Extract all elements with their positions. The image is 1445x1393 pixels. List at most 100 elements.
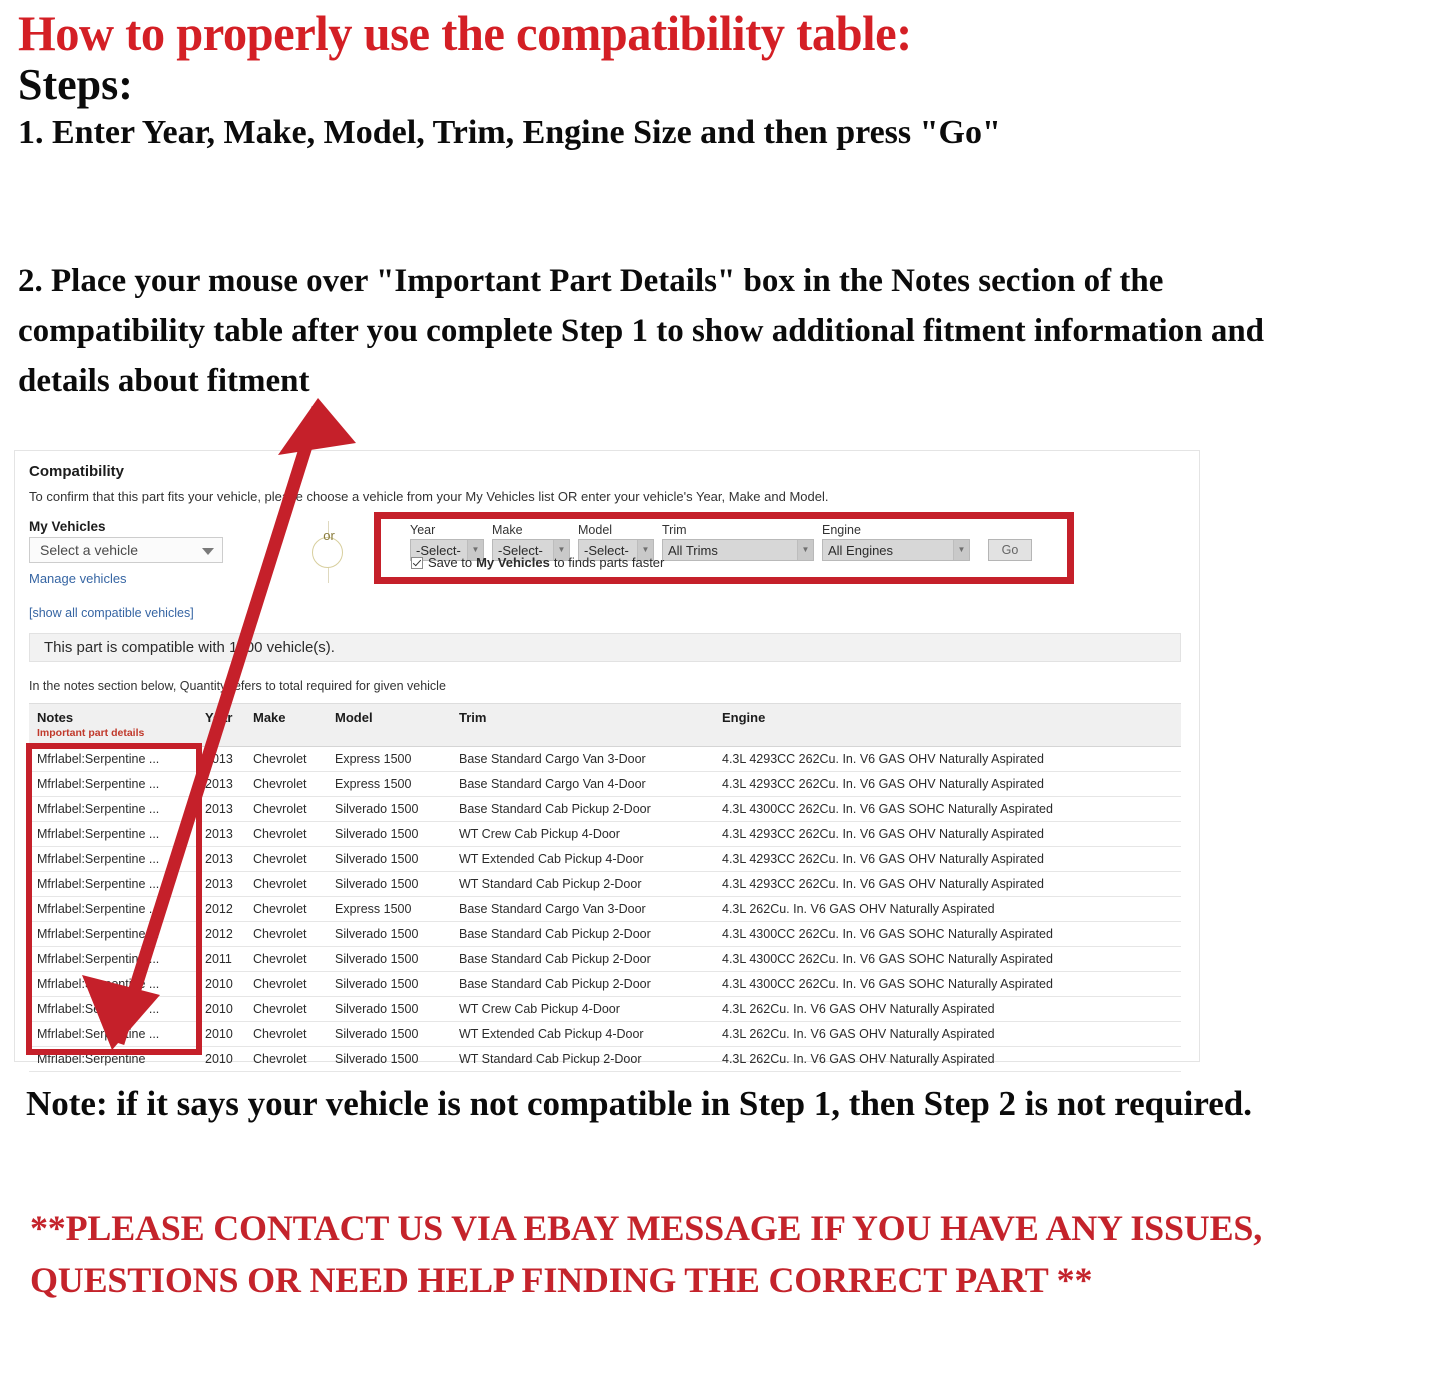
table-row: Mfrlabel:Serpentine ... 2013 Chevrolet Silv… (29, 871, 1181, 897)
year-label: Year (410, 523, 436, 537)
column-header-engine[interactable]: Engine (714, 703, 1181, 747)
table-row: Mfrlabel:Serpentine ... 2013 Chevrolet Expr… (29, 771, 1181, 797)
cell-engine: 4.3L 4293CC 262Cu. In. V6 GAS OHV Natura… (714, 821, 1181, 847)
cell-notes[interactable]: Mfrlabel:Serpentine (29, 1046, 197, 1072)
cell-trim: Base Standard Cab Pickup 2-Door (451, 971, 714, 997)
important-part-details-label: Important part details (37, 727, 145, 739)
cell-make: Chevrolet (245, 746, 327, 772)
cell-notes[interactable]: Mfrlabel:Serpentine ... (29, 771, 197, 797)
table-row: Mfrlabel:Serpentine ... 2011 Chevrolet Silv… (29, 946, 1181, 972)
my-vehicles-select[interactable]: Select a vehicle (29, 537, 223, 563)
cell-engine: 4.3L 4293CC 262Cu. In. V6 GAS OHV Natura… (714, 746, 1181, 772)
cell-notes[interactable]: Mfrlabel:Serpentine ... (29, 821, 197, 847)
cell-notes[interactable]: Mfrlabel:Serpentine ... (29, 746, 197, 772)
cell-make: Chevrolet (245, 971, 327, 997)
cell-trim: WT Crew Cab Pickup 4-Door (451, 996, 714, 1022)
notes-quantity-hint: In the notes section below, Quantity ref… (29, 679, 446, 693)
cell-engine: 4.3L 4293CC 262Cu. In. V6 GAS OHV Natura… (714, 771, 1181, 797)
cell-notes[interactable]: Mfrlabel:Serpentine ... (29, 946, 197, 972)
cell-engine: 4.3L 4293CC 262Cu. In. V6 GAS OHV Natura… (714, 846, 1181, 872)
cell-trim: Base Standard Cab Pickup 2-Door (451, 796, 714, 822)
cell-trim: Base Standard Cab Pickup 2-Door (451, 946, 714, 972)
trim-label: Trim (662, 523, 687, 537)
manage-vehicles-link[interactable]: Manage vehicles (29, 571, 127, 586)
cell-model: Silverado 1500 (327, 971, 451, 997)
table-row: Mfrlabel:Serpentine ... 2013 Chevrolet Silv… (29, 796, 1181, 822)
column-header-notes-label: Notes (37, 710, 74, 725)
compatibility-subtext: To confirm that this part fits your vehi… (29, 489, 829, 504)
column-header-model[interactable]: Model (327, 703, 451, 747)
steps-label: Steps: (18, 60, 133, 109)
column-header-year[interactable]: Year (197, 703, 245, 747)
footer-note-text: Note: if it says your vehicle is not com… (26, 1084, 1252, 1123)
show-all-compatible-vehicles-link[interactable]: [show all compatible vehicles] (29, 606, 194, 620)
save-to-my-vehicles-row[interactable]: Save to My Vehicles to finds parts faste… (411, 555, 664, 570)
cell-trim: WT Extended Cab Pickup 4-Door (451, 846, 714, 872)
column-header-notes[interactable]: Notes Important part details (29, 703, 197, 747)
cell-engine: 4.3L 262Cu. In. V6 GAS OHV Naturally Asp… (714, 896, 1181, 922)
compatibility-panel: Compatibility To confirm that this part … (14, 450, 1200, 1072)
cell-engine: 4.3L 4300CC 262Cu. In. V6 GAS SOHC Natur… (714, 921, 1181, 947)
chevron-down-icon (202, 548, 214, 555)
cell-make: Chevrolet (245, 846, 327, 872)
cell-notes[interactable]: Mfrlabel:Serpentine ... (29, 971, 197, 997)
cell-model: Silverado 1500 (327, 921, 451, 947)
cell-year: 2012 (197, 896, 245, 922)
column-header-trim[interactable]: Trim (451, 703, 714, 747)
cell-make: Chevrolet (245, 946, 327, 972)
cell-model: Silverado 1500 (327, 1046, 451, 1072)
instructions-header: How to properly use the compatibility ta… (18, 8, 1398, 152)
engine-label: Engine (822, 523, 861, 537)
cell-make: Chevrolet (245, 896, 327, 922)
cell-year: 2010 (197, 971, 245, 997)
cell-model: Silverado 1500 (327, 821, 451, 847)
trim-field: Trim All Trims ▼ (662, 523, 814, 561)
cell-trim: Base Standard Cab Pickup 2-Door (451, 921, 714, 947)
cell-model: Express 1500 (327, 746, 451, 772)
engine-field: Engine All Engines ▼ (822, 523, 970, 561)
cell-year: 2013 (197, 846, 245, 872)
cell-year: 2013 (197, 746, 245, 772)
save-to-my-vehicles-checkbox[interactable] (411, 556, 423, 569)
cell-trim: WT Standard Cab Pickup 2-Door (451, 1046, 714, 1072)
compatibility-status-text: This part is compatible with 1000 vehicl… (44, 639, 335, 656)
cell-notes[interactable]: Mfrlabel:Serpentine ... (29, 796, 197, 822)
trim-select[interactable]: All Trims ▼ (662, 539, 814, 561)
save-prefix-label: Save to (428, 555, 473, 570)
cell-make: Chevrolet (245, 996, 327, 1022)
cell-year: 2011 (197, 946, 245, 972)
step-one-text: 1. Enter Year, Make, Model, Trim, Engine… (18, 114, 1001, 152)
my-vehicles-label: My Vehicles (29, 519, 106, 534)
trim-value: All Trims (668, 542, 718, 558)
cell-model: Silverado 1500 (327, 871, 451, 897)
model-label: Model (578, 523, 613, 537)
cell-model: Silverado 1500 (327, 946, 451, 972)
make-label: Make (492, 523, 523, 537)
save-suffix-label: to finds parts faster (553, 555, 665, 570)
cell-model: Express 1500 (327, 771, 451, 797)
cell-trim: WT Extended Cab Pickup 4-Door (451, 1021, 714, 1047)
table-header-row: Notes Important part details Year Make M… (29, 703, 1181, 747)
cell-engine: 4.3L 262Cu. In. V6 GAS OHV Naturally Asp… (714, 1046, 1181, 1072)
cell-notes[interactable]: Mfrlabel:Serpentine ... (29, 871, 197, 897)
cell-notes[interactable]: Mfrlabel:Serpentine ... (29, 846, 197, 872)
cell-notes[interactable]: Mfrlabel:Serpentine ... (29, 1021, 197, 1047)
cell-trim: Base Standard Cargo Van 3-Door (451, 896, 714, 922)
cell-year: 2012 (197, 921, 245, 947)
cell-trim: Base Standard Cargo Van 4-Door (451, 771, 714, 797)
cell-model: Silverado 1500 (327, 1021, 451, 1047)
or-divider-label: or (323, 528, 335, 543)
cell-notes[interactable]: Mfrlabel:Serpentine ... (29, 896, 197, 922)
cell-notes[interactable]: Mfrlabel:Serpentine ... (29, 996, 197, 1022)
cell-trim: Base Standard Cargo Van 3-Door (451, 746, 714, 772)
table-row: Mfrlabel:Serpentine ... 2012 Chevrolet Silv… (29, 921, 1181, 947)
cell-engine: 4.3L 4300CC 262Cu. In. V6 GAS SOHC Natur… (714, 971, 1181, 997)
cell-year: 2010 (197, 1021, 245, 1047)
cell-year: 2013 (197, 796, 245, 822)
cell-year: 2010 (197, 1046, 245, 1072)
engine-select[interactable]: All Engines ▼ (822, 539, 970, 561)
column-header-make[interactable]: Make (245, 703, 327, 747)
cell-notes[interactable]: Mfrlabel:Serpentine ... (29, 921, 197, 947)
go-button[interactable]: Go (988, 539, 1032, 561)
table-row: Mfrlabel:Serpentine ... 2010 Chevrolet Silv… (29, 1021, 1181, 1047)
